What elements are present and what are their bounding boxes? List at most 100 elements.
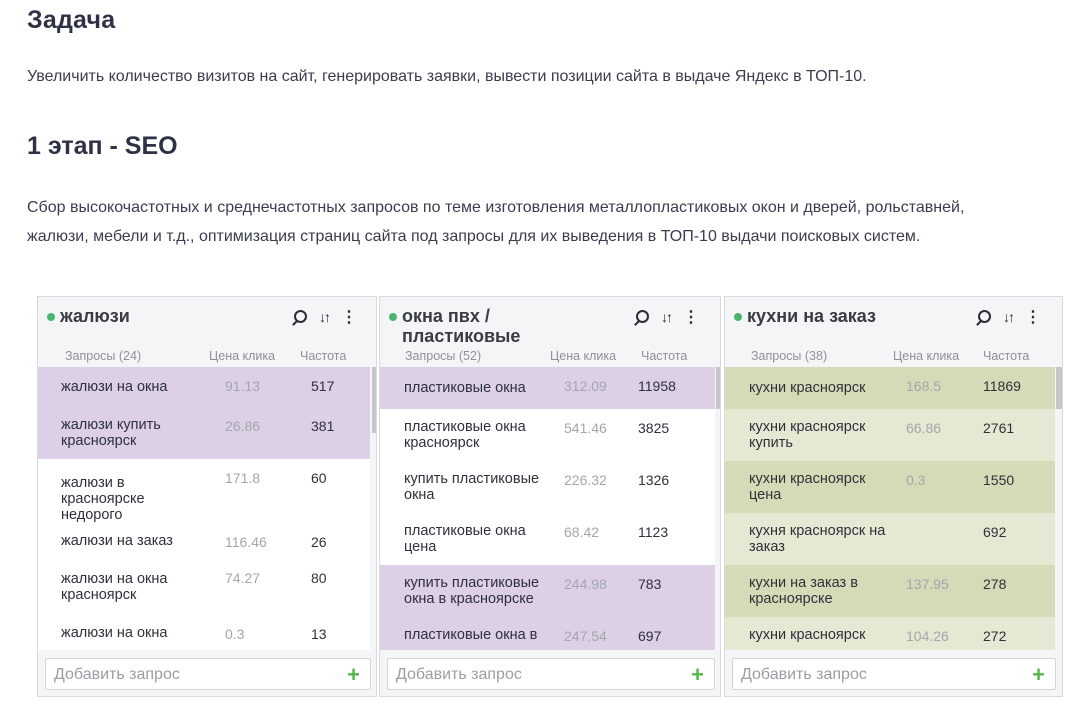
row-query: кухня красноярск на заказ <box>749 523 886 555</box>
search-icon[interactable] <box>636 310 649 323</box>
panel-title: окна пвх / пластиковые <box>402 306 521 346</box>
scrollbar[interactable] <box>716 367 720 409</box>
scrollbar[interactable] <box>372 367 376 433</box>
keyword-panels: жалюзи ↓↑ ⋮ Запросы (24) Цена клика Часто… <box>37 296 1063 697</box>
add-query-input[interactable]: Добавить запрос + <box>45 658 371 690</box>
col-header-query[interactable]: Запросы (52) <box>405 349 481 363</box>
row-query: кухни красноярск <box>749 627 866 643</box>
row-frequency: 697 <box>638 628 662 644</box>
row-price: 68.42 <box>564 524 600 540</box>
table-row[interactable]: кухни красноярск 104.26 272 <box>725 617 1055 650</box>
row-frequency: 26 <box>311 534 327 550</box>
task-text: Увеличить количество визитов на сайт, ге… <box>27 68 867 85</box>
row-query: жалюзи в красноярске недорого <box>61 475 145 523</box>
col-header-price[interactable]: Цена клика <box>893 349 959 363</box>
table-row[interactable]: купить пластиковые окна 226.32 1326 <box>380 461 715 513</box>
panel-title: жалюзи <box>60 306 130 326</box>
table-row[interactable]: пластиковые окна в 247.54 697 <box>380 617 715 650</box>
more-icon[interactable]: ⋮ <box>683 307 699 327</box>
row-query: пластиковые окна <box>404 380 526 396</box>
row-frequency: 3825 <box>638 420 670 436</box>
row-frequency: 80 <box>311 570 327 586</box>
table-row[interactable]: пластиковые окна 312.09 11958 <box>380 367 715 409</box>
panel-header: жалюзи ↓↑ ⋮ Запросы (24) Цена клика Часто… <box>38 297 376 367</box>
row-frequency: 783 <box>638 576 662 592</box>
table-row[interactable]: пластиковые окна красноярск 541.46 3825 <box>380 409 715 461</box>
status-dot <box>734 313 742 321</box>
row-query: кухни красноярск <box>749 380 866 396</box>
row-price: 0.3 <box>906 472 926 488</box>
sort-icon[interactable]: ↓↑ <box>1003 309 1015 325</box>
row-query: кухни красноярск купить <box>749 419 866 451</box>
table-row[interactable]: кухни красноярск купить 66.86 2761 <box>725 409 1055 461</box>
panel-header: кухни на заказ ↓↑ ⋮ Запросы (38) Цена кли… <box>725 297 1062 367</box>
col-header-price[interactable]: Цена клика <box>209 349 275 363</box>
row-price: 171.8 <box>225 470 261 486</box>
table-row[interactable]: кухни красноярск цена 0.3 1550 <box>725 461 1055 513</box>
table-row[interactable]: жалюзи на окна 91.13 517 <box>38 367 370 407</box>
col-header-freq[interactable]: Частота <box>300 349 346 363</box>
sort-icon[interactable]: ↓↑ <box>319 309 331 325</box>
row-query: жалюзи купить красноярск <box>61 417 161 449</box>
row-frequency: 381 <box>311 418 335 434</box>
row-frequency: 11869 <box>983 378 1021 394</box>
more-icon[interactable]: ⋮ <box>341 307 357 327</box>
stage-heading: 1 этап - SEO <box>27 132 178 160</box>
sort-icon[interactable]: ↓↑ <box>661 309 673 325</box>
row-frequency: 11958 <box>638 378 676 394</box>
row-price: 247.54 <box>564 628 607 644</box>
table-row[interactable]: жалюзи на окна 0.3 13 <box>38 615 370 650</box>
row-price: 137.95 <box>906 576 949 592</box>
scrollbar[interactable] <box>1056 367 1062 409</box>
panel-kuhni: кухни на заказ ↓↑ ⋮ Запросы (38) Цена кли… <box>724 296 1063 697</box>
row-price: 91.13 <box>225 378 261 394</box>
add-query-input[interactable]: Добавить запрос + <box>732 658 1056 690</box>
row-query: жалюзи на заказ <box>61 533 173 549</box>
row-frequency: 278 <box>983 576 1007 592</box>
col-header-freq[interactable]: Частота <box>983 349 1029 363</box>
row-price: 244.98 <box>564 576 607 592</box>
col-header-freq[interactable]: Частота <box>641 349 687 363</box>
table-row[interactable]: кухня красноярск на заказ 692 <box>725 513 1055 565</box>
row-query: купить пластиковые окна <box>404 471 540 503</box>
table-row[interactable]: пластиковые окна цена 68.42 1123 <box>380 513 715 565</box>
col-header-query[interactable]: Запросы (24) <box>65 349 141 363</box>
row-price: 0.3 <box>225 626 245 642</box>
table-row[interactable]: кухни красноярск 168.5 11869 <box>725 367 1055 409</box>
row-query: жалюзи на окна <box>61 625 168 641</box>
status-dot <box>47 313 55 321</box>
add-icon[interactable]: + <box>691 662 704 688</box>
panel-header: окна пвх / пластиковые ↓↑ ⋮ Запросы (52) … <box>380 297 720 367</box>
row-query: жалюзи на окна красноярск <box>61 571 168 603</box>
row-frequency: 272 <box>983 628 1007 644</box>
row-query: кухни на заказ в красноярске <box>749 575 858 607</box>
row-frequency: 1123 <box>638 524 669 540</box>
col-header-query[interactable]: Запросы (38) <box>751 349 827 363</box>
row-price: 66.86 <box>906 420 942 436</box>
task-heading: Задача <box>27 6 116 34</box>
row-frequency: 517 <box>311 378 335 394</box>
panel-zhalyuzi: жалюзи ↓↑ ⋮ Запросы (24) Цена клика Часто… <box>37 296 377 697</box>
row-frequency: 60 <box>311 470 327 486</box>
table-row[interactable]: жалюзи купить красноярск 26.86 381 <box>38 407 370 459</box>
search-icon[interactable] <box>978 310 991 323</box>
table-row[interactable]: купить пластиковые окна в красноярске 244… <box>380 565 715 617</box>
row-frequency: 1326 <box>638 472 670 488</box>
table-row[interactable]: жалюзи в красноярске недорого 171.8 60 <box>38 459 370 523</box>
table-row[interactable]: жалюзи на окна красноярск 74.27 80 <box>38 559 370 615</box>
row-query: жалюзи на окна <box>61 379 168 395</box>
table-row[interactable]: жалюзи на заказ 116.46 26 <box>38 523 370 559</box>
row-price: 226.32 <box>564 472 607 488</box>
add-icon[interactable]: + <box>347 662 360 688</box>
more-icon[interactable]: ⋮ <box>1025 307 1041 327</box>
add-icon[interactable]: + <box>1032 662 1045 688</box>
rows-list: кухни красноярск 168.5 11869 кухни краснояр… <box>725 367 1062 650</box>
row-price: 541.46 <box>564 420 607 436</box>
table-row[interactable]: кухни на заказ в красноярске 137.95 278 <box>725 565 1055 617</box>
add-query-input[interactable]: Добавить запрос + <box>387 658 715 690</box>
col-header-price[interactable]: Цена клика <box>550 349 616 363</box>
row-price: 26.86 <box>225 418 261 434</box>
panel-okna-pvh: окна пвх / пластиковые ↓↑ ⋮ Запросы (52) … <box>379 296 721 697</box>
status-dot <box>389 313 397 321</box>
search-icon[interactable] <box>294 310 307 323</box>
